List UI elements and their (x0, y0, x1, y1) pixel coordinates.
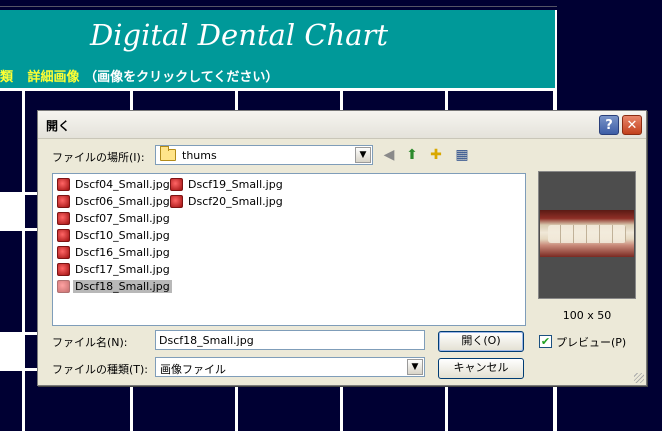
dialog-title: 開く (46, 119, 71, 133)
image-file-icon (57, 246, 70, 259)
banner-nav-line: 類 詳細画像 （画像をクリックしてください） (0, 66, 278, 85)
dialog-titlebar[interactable]: 開く ? ✕ (38, 111, 646, 139)
image-file-icon (170, 195, 183, 208)
cancel-button[interactable]: キャンセル (438, 358, 524, 379)
click-hint: （画像をクリックしてください） (84, 70, 279, 85)
close-button[interactable]: ✕ (622, 115, 642, 135)
image-preview-pane (538, 171, 636, 299)
image-file-icon (57, 229, 70, 242)
filename-input[interactable]: Dscf18_Small.jpg (155, 330, 425, 350)
view-menu-icon[interactable]: ▦ (452, 145, 472, 165)
file-list[interactable]: Dscf04_Small.jpg Dscf06_Small.jpg Dscf07… (52, 173, 526, 326)
banner-fragment: 類 (0, 70, 14, 85)
site-banner: Digital Dental Chart 類 詳細画像 （画像をクリックしてくだ… (0, 10, 557, 88)
detail-image-link[interactable]: 詳細画像 (28, 70, 80, 85)
help-button[interactable]: ? (599, 115, 619, 135)
up-folder-icon[interactable]: ⬆ (402, 145, 422, 165)
location-combo[interactable]: thums ▼ (155, 145, 373, 165)
top-strip (0, 0, 662, 10)
new-folder-icon[interactable]: ✚ (426, 145, 446, 165)
preview-checkbox-label[interactable]: プレビュー(P) (556, 334, 626, 350)
image-file-icon (57, 178, 70, 191)
image-file-icon (57, 195, 70, 208)
back-icon[interactable]: ◀ (379, 145, 399, 165)
chevron-down-icon[interactable]: ▼ (407, 359, 423, 375)
filename-label: ファイル名(N): (52, 336, 128, 349)
image-file-icon (57, 280, 70, 293)
open-button[interactable]: 開く(O) (438, 331, 524, 352)
location-label: ファイルの場所(I): (52, 151, 145, 164)
filetype-label: ファイルの種類(T): (52, 363, 149, 376)
image-file-icon (57, 263, 70, 276)
chevron-down-icon[interactable]: ▼ (355, 147, 371, 163)
folder-icon (160, 146, 176, 161)
teeth-preview-image (540, 210, 634, 257)
image-file-icon (170, 178, 183, 191)
preview-checkbox[interactable]: ✔ (539, 335, 552, 348)
filetype-combo[interactable]: 画像ファイル ▼ (155, 357, 425, 377)
resize-grip-icon[interactable] (634, 373, 644, 383)
image-file-icon (57, 212, 70, 225)
preview-dimensions: 100 x 50 (562, 309, 612, 322)
site-title: Digital Dental Chart (89, 18, 388, 52)
open-file-dialog: 開く ? ✕ ファイルの場所(I): thums ▼ ◀ ⬆ ✚ ▦ Dscf0… (37, 110, 647, 386)
location-value: thums (182, 149, 217, 162)
